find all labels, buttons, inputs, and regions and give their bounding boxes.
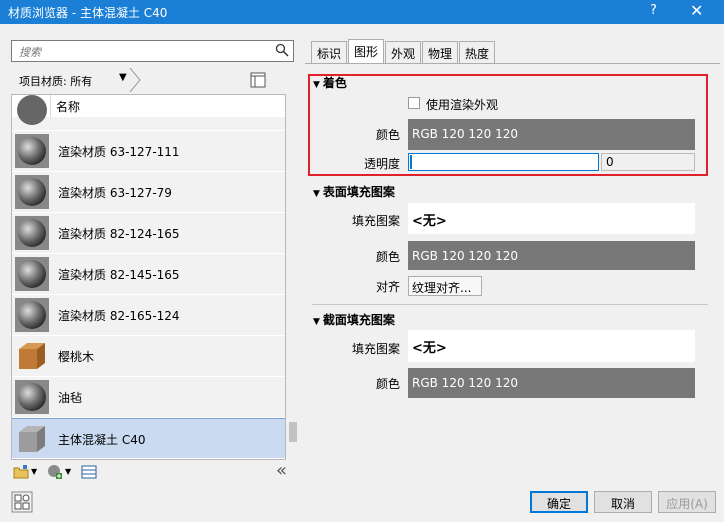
title-bar: 材质浏览器 - 主体混凝土 C40 ? ✕: [0, 0, 724, 24]
add-material-icon[interactable]: [47, 464, 63, 480]
search-placeholder: 搜索: [19, 46, 41, 59]
section-divider: [312, 304, 708, 305]
list-item-label: 渲染材质 63-127-111: [58, 145, 180, 159]
collapse-panel-button[interactable]: «: [276, 460, 287, 481]
sphere-icon: [15, 175, 49, 209]
tab-graphics[interactable]: 图形: [348, 39, 384, 63]
help-icon[interactable]: [11, 491, 33, 513]
column-divider: [50, 95, 51, 117]
cancel-button[interactable]: 取消: [594, 491, 652, 513]
sphere-icon: [15, 216, 49, 250]
sphere-icon: [15, 257, 49, 291]
sphere-icon: [15, 134, 49, 168]
list-item[interactable]: 渲染材质 82-165-124: [12, 295, 285, 336]
library-toolbar: ▼ ▼ «: [11, 460, 296, 482]
chevron-down-icon[interactable]: ▼: [119, 72, 127, 83]
list-item[interactable]: 渲染材质 82-124-165: [12, 213, 285, 254]
surface-color-label: 颜色: [375, 250, 400, 264]
filter-dropdown[interactable]: 项目材质: 所有: [19, 73, 92, 89]
folder-icon[interactable]: [13, 464, 29, 480]
annotation-highlight-box: [308, 74, 708, 176]
tab-appearance[interactable]: 外观: [385, 41, 421, 63]
list-item-label: 樱桃木: [58, 350, 95, 364]
cut-color-swatch[interactable]: RGB 120 120 120: [408, 368, 695, 398]
help-button[interactable]: ?: [650, 3, 657, 18]
list-scrollbar[interactable]: [287, 94, 299, 460]
tab-physical[interactable]: 物理: [422, 41, 458, 63]
cut-color-label: 颜色: [375, 377, 400, 391]
sphere-icon: [15, 380, 49, 414]
panel-toggle-icon[interactable]: [250, 72, 266, 88]
apply-button[interactable]: 应用(A): [658, 491, 716, 513]
list-item[interactable]: 渲染材质 82-145-165: [12, 254, 285, 295]
filter-bar: 项目材质: 所有 ▼: [11, 68, 294, 92]
list-item-label: 渲染材质 82-165-124: [58, 309, 180, 323]
tab-identity[interactable]: 标识: [311, 41, 347, 63]
sphere-icon: [17, 95, 47, 125]
list-item[interactable]: 渲染材质 63-127-111: [12, 131, 285, 172]
surface-pattern-section-header[interactable]: ▼ 表面填充图案: [313, 183, 395, 200]
cut-pattern-heading: 截面填充图案: [322, 313, 395, 327]
concrete-cube-icon: [15, 422, 49, 456]
list-item[interactable]: 樱桃木: [12, 336, 285, 377]
align-label: 对齐: [375, 280, 400, 294]
window-title: 材质浏览器 - 主体混凝土 C40: [8, 6, 168, 20]
list-item-label: 油毡: [58, 391, 83, 405]
ok-button[interactable]: 确定: [530, 491, 588, 513]
search-input[interactable]: 搜索: [11, 40, 294, 62]
tab-thermal[interactable]: 热度: [459, 41, 495, 63]
surface-pattern-field[interactable]: <无>: [408, 203, 695, 234]
list-item[interactable]: [12, 95, 285, 131]
list-item[interactable]: 渲染材质 63-127-79: [12, 172, 285, 213]
surface-pattern-label: 填充图案: [351, 214, 400, 228]
list-item-label: 渲染材质 63-127-79: [58, 186, 172, 200]
chevron-down-icon[interactable]: ▼: [31, 467, 37, 476]
material-list[interactable]: 名称 渲染材质 63-127-111 渲染材质 63-127-79 渲染材质 8…: [11, 94, 286, 460]
cut-pattern-field[interactable]: <无>: [408, 330, 695, 362]
list-item-selected[interactable]: 主体混凝土 C40: [12, 418, 285, 459]
search-icon[interactable]: [275, 43, 289, 57]
chevron-down-icon[interactable]: ▼: [65, 467, 71, 476]
list-header: 名称: [12, 95, 285, 117]
sphere-icon: [15, 298, 49, 332]
breadcrumb-arrow-icon: [129, 68, 141, 92]
list-item-label: 主体混凝土 C40: [58, 433, 146, 447]
name-column-header[interactable]: 名称: [56, 98, 80, 115]
surface-color-swatch[interactable]: RGB 120 120 120: [408, 241, 695, 270]
scroll-thumb[interactable]: [289, 422, 297, 442]
asset-panel-icon[interactable]: [81, 464, 97, 480]
cut-pattern-label: 填充图案: [351, 342, 400, 356]
list-item[interactable]: 油毡: [12, 377, 285, 418]
wood-cube-icon: [15, 339, 49, 373]
cut-pattern-section-header[interactable]: ▼ 截面填充图案: [313, 311, 395, 328]
close-button[interactable]: ✕: [690, 1, 703, 20]
collapse-triangle-icon[interactable]: ▼: [313, 317, 320, 327]
texture-align-button[interactable]: 纹理对齐...: [408, 276, 482, 296]
list-item-label: 渲染材质 82-145-165: [58, 268, 180, 282]
collapse-triangle-icon[interactable]: ▼: [313, 189, 320, 199]
list-item-label: 渲染材质 82-124-165: [58, 227, 180, 241]
surface-pattern-heading: 表面填充图案: [322, 185, 395, 199]
